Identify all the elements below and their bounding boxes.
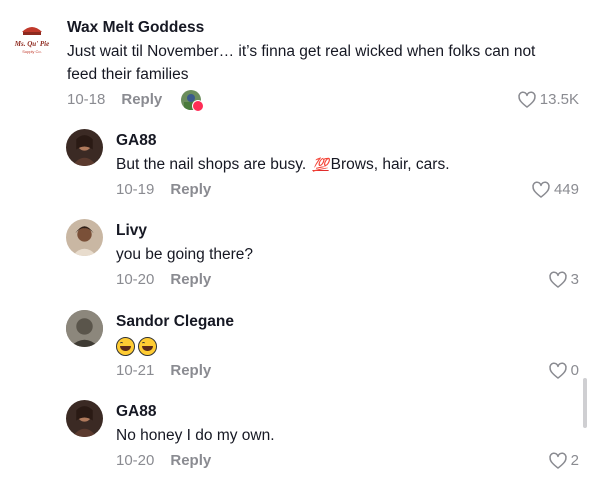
comment-meta: 10-21 Reply bbox=[116, 361, 211, 381]
like-button[interactable]: 3 bbox=[548, 270, 579, 290]
heart-outline-icon bbox=[548, 362, 567, 379]
like-count: 2 bbox=[570, 452, 579, 469]
like-button[interactable]: 13.5K bbox=[517, 90, 579, 110]
comment-username[interactable]: Livy bbox=[116, 221, 147, 241]
comment-text: you be going there? bbox=[116, 246, 254, 263]
comment-date: 10-20 bbox=[116, 452, 155, 469]
like-button[interactable]: 0 bbox=[548, 361, 579, 381]
laughing-emoji-icon bbox=[116, 337, 135, 357]
comment-text: No honey I do my own. bbox=[116, 427, 275, 444]
comment-text: Just wait til November… it’s finna get r… bbox=[67, 43, 536, 83]
reply-button[interactable]: Reply bbox=[170, 451, 211, 471]
comment-date: 10-20 bbox=[116, 271, 155, 288]
comment-text bbox=[116, 335, 160, 358]
like-count: 449 bbox=[553, 181, 579, 198]
like-button[interactable]: 2 bbox=[548, 451, 579, 471]
avatar[interactable] bbox=[66, 310, 103, 347]
comment-meta: 10-20 Reply bbox=[116, 451, 211, 471]
svg-text:Supply Co.: Supply Co. bbox=[22, 49, 42, 54]
like-count: 3 bbox=[570, 271, 579, 288]
avatar[interactable] bbox=[66, 400, 103, 437]
comment-username[interactable]: GA88 bbox=[116, 131, 157, 151]
avatar[interactable] bbox=[66, 219, 103, 256]
heart-outline-icon bbox=[518, 91, 536, 108]
comment-meta: 10-19 Reply bbox=[116, 180, 211, 200]
comment-username[interactable]: Sandor Clegane bbox=[116, 312, 234, 332]
comment-meta: 10-20 Reply bbox=[116, 270, 211, 290]
reply-button[interactable]: Reply bbox=[170, 361, 211, 381]
pie-logo-icon: Ms. Qu' Pie Supply Co. bbox=[14, 27, 49, 54]
avatar[interactable]: Ms. Qu' Pie Supply Co. bbox=[10, 18, 54, 62]
comment-date: 10-18 bbox=[67, 91, 106, 108]
heart-outline-icon bbox=[548, 452, 567, 469]
comment-username[interactable]: GA88 bbox=[116, 402, 157, 422]
comment-text: But the nail shops are busy. 💯 Brows, hai… bbox=[116, 153, 450, 176]
heart-outline-icon bbox=[548, 271, 567, 288]
comment-date: 10-19 bbox=[116, 181, 155, 198]
reply-button[interactable]: Reply bbox=[170, 270, 211, 290]
comment-username[interactable]: Wax Melt Goddess bbox=[67, 18, 204, 38]
like-button[interactable]: 449 bbox=[531, 180, 579, 200]
heart-badge-icon bbox=[192, 100, 204, 112]
like-count: 0 bbox=[570, 362, 579, 379]
hundred-points-emoji: 💯 bbox=[312, 157, 329, 172]
svg-text:Ms. Qu' Pie: Ms. Qu' Pie bbox=[14, 40, 49, 48]
comment-meta: 10-18 Reply bbox=[67, 90, 162, 110]
like-count: 13.5K bbox=[539, 91, 579, 108]
avatar[interactable] bbox=[66, 129, 103, 166]
scrollbar[interactable] bbox=[583, 378, 587, 428]
laughing-emoji-icon bbox=[138, 337, 157, 357]
heart-outline-icon bbox=[532, 181, 550, 198]
reply-button[interactable]: Reply bbox=[170, 180, 211, 200]
comment-date: 10-21 bbox=[116, 362, 155, 379]
reply-button[interactable]: Reply bbox=[121, 90, 162, 110]
